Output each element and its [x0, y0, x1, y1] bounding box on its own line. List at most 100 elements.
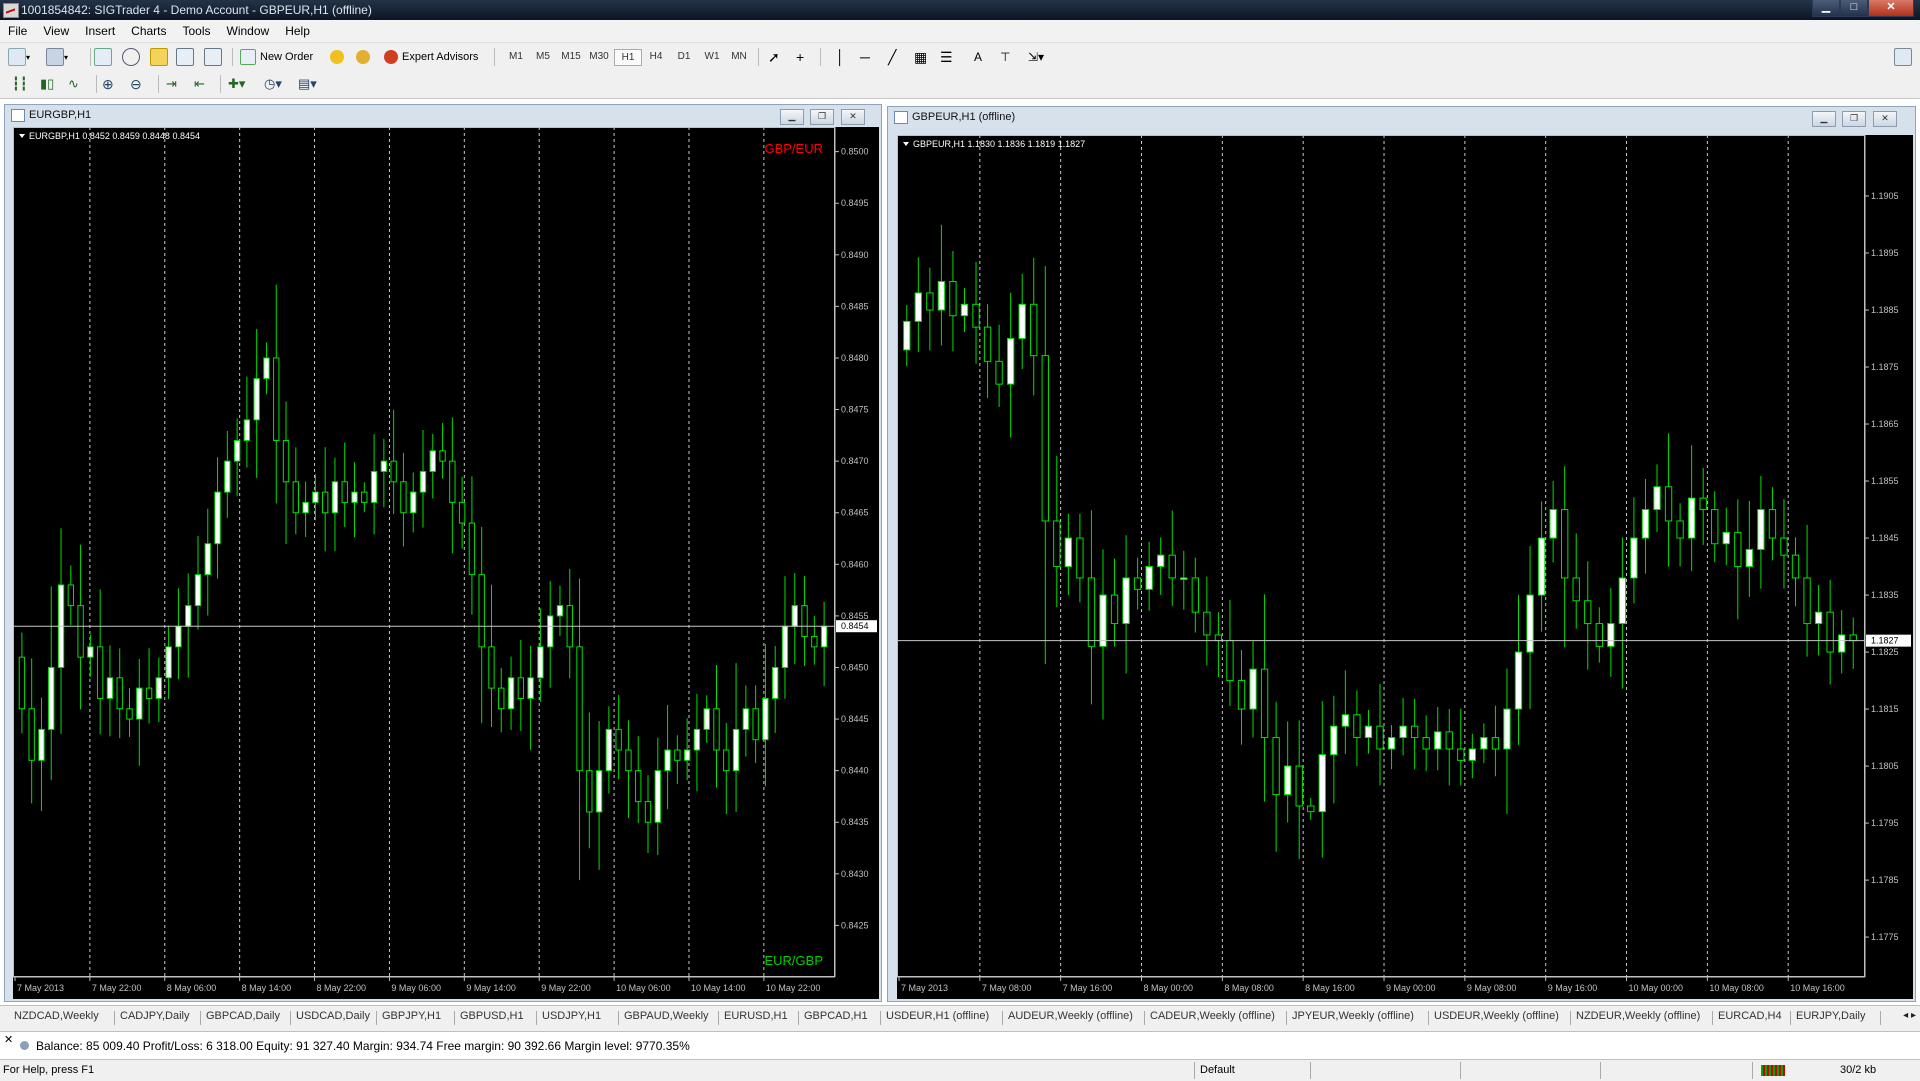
time-tick-label: 9 May 06:00	[391, 983, 441, 993]
crosshair-tool[interactable]: +	[796, 48, 804, 66]
text-label-tool[interactable]: ⊤	[1000, 48, 1010, 66]
price-tick-label: 0.8445	[841, 714, 869, 724]
zoom-out-button[interactable]: ⊖	[130, 75, 142, 93]
chart-tab[interactable]: NZDEUR,Weekly (offline)	[1576, 1010, 1700, 1022]
timeframe-m1[interactable]: M1	[503, 51, 529, 62]
chart-tab[interactable]: USDEUR,Weekly (offline)	[1434, 1010, 1559, 1022]
chart-tab[interactable]: USDJPY,H1	[542, 1010, 601, 1022]
chart-tab[interactable]: EURCAD,H4	[1718, 1010, 1782, 1022]
status-profile[interactable]: Default	[1200, 1064, 1235, 1076]
navigator-button[interactable]	[150, 48, 168, 66]
line-chart-button[interactable]: ∿	[68, 75, 79, 93]
maximize-button[interactable]: □	[1840, 0, 1868, 17]
chart-window-gbpeur[interactable]: GBPEUR,H1 (offline) ▁ ❐ ✕ 1.1905 1.1895 1.…	[887, 106, 1916, 1002]
expert-advisors-button[interactable]: Expert Advisors	[384, 48, 478, 66]
profiles-button[interactable]: ▾	[46, 48, 68, 66]
cursor-tool[interactable]: ➚	[768, 48, 780, 66]
periods-button[interactable]: ◷▾	[264, 75, 282, 93]
bar-chart-button[interactable]: ┇┇	[12, 75, 28, 93]
new-chart-button[interactable]: ▾	[8, 48, 30, 66]
minimize-button[interactable]: ▁	[1812, 0, 1840, 17]
chart-tab[interactable]: GBPJPY,H1	[382, 1010, 441, 1022]
auto-scroll-button[interactable]: ⇥	[166, 75, 177, 93]
candle-body	[1549, 509, 1557, 539]
tab-scroll-arrows[interactable]: ◂ ▸	[1903, 1010, 1916, 1021]
price-tick-label: 0.8490	[841, 250, 869, 260]
menu-file[interactable]: File	[0, 20, 35, 42]
menu-view[interactable]: View	[35, 20, 77, 42]
chart-tab[interactable]: JPYEUR,Weekly (offline)	[1292, 1010, 1414, 1022]
vertical-line-tool[interactable]: │	[836, 48, 845, 66]
chart-close-button[interactable]: ✕	[1873, 111, 1897, 127]
toolbar-options-button[interactable]	[1894, 48, 1912, 66]
candle-body	[801, 605, 808, 638]
candle-body	[1272, 737, 1280, 796]
chart-tab[interactable]: GBPAUD,Weekly	[624, 1010, 709, 1022]
timeframe-m30[interactable]: M30	[586, 51, 612, 62]
new-order-button[interactable]: New Order	[240, 48, 313, 66]
data-window-button[interactable]	[122, 48, 140, 66]
market-watch-button[interactable]	[94, 48, 112, 66]
text-tool[interactable]: A	[974, 48, 982, 66]
time-tick-label: 10 May 22:00	[766, 983, 821, 993]
close-button[interactable]: ✕	[1868, 0, 1914, 17]
chart-window-eurgbp[interactable]: EURGBP,H1 ▁ ❐ ✕ 0.8500 0.8495 0.8490 0.8485…	[4, 104, 882, 1002]
chart-tab[interactable]: GBPCAD,Daily	[206, 1010, 280, 1022]
chart-tab[interactable]: EURUSD,H1	[724, 1010, 788, 1022]
trendline-tool[interactable]: ╱	[888, 48, 896, 66]
chart-tab[interactable]: GBPUSD,H1	[460, 1010, 524, 1022]
candle-body	[683, 749, 691, 761]
chart-tab[interactable]: CADJPY,Daily	[120, 1010, 190, 1022]
timeframe-m15[interactable]: M15	[558, 51, 584, 62]
templates-button[interactable]: ▤▾	[298, 75, 317, 93]
timeframe-d1[interactable]: D1	[671, 51, 697, 62]
chart-tab[interactable]: EURJPY,Daily	[1796, 1010, 1866, 1022]
chart-minimize-button[interactable]: ▁	[780, 109, 804, 125]
candle-body	[1064, 537, 1073, 568]
menu-charts[interactable]: Charts	[123, 20, 174, 42]
candle-body	[693, 728, 701, 751]
menu-insert[interactable]: Insert	[77, 20, 123, 42]
chart-tab[interactable]: GBPCAD,H1	[804, 1010, 868, 1022]
horizontal-line-tool[interactable]: ─	[860, 48, 870, 66]
menu-window[interactable]: Window	[219, 20, 278, 42]
timeframe-mn[interactable]: MN	[726, 51, 752, 62]
terminal-button[interactable]	[176, 48, 194, 66]
chart-plot-area[interactable]: 0.8500 0.8495 0.8490 0.8485 0.8480 0.8475 0.84…	[13, 127, 879, 999]
timeframe-h4[interactable]: H4	[643, 51, 669, 62]
zoom-in-button[interactable]: ⊕	[102, 75, 114, 93]
indicators-button[interactable]: ✚▾	[228, 75, 245, 93]
metaeditor-button[interactable]	[356, 48, 370, 66]
candle-body	[292, 481, 300, 514]
terminal-close-icon[interactable]: ✕	[4, 1033, 13, 1046]
star-folder-icon	[150, 48, 168, 66]
candle-body	[380, 460, 388, 472]
alert-button[interactable]	[330, 48, 344, 66]
chart-tab[interactable]: AUDEUR,Weekly (offline)	[1008, 1010, 1133, 1022]
chart-plot-area[interactable]: 1.1905 1.1895 1.1885 1.1875 1.1865 1.1855 1.18…	[897, 135, 1913, 999]
strategy-tester-button[interactable]	[204, 48, 222, 66]
chart-tab[interactable]: USDEUR,H1 (offline)	[886, 1010, 989, 1022]
menu-tools[interactable]: Tools	[175, 20, 219, 42]
candle-body	[429, 450, 436, 472]
chart-shift-button[interactable]: ⇤	[194, 75, 205, 93]
chart-tab[interactable]: USDCAD,Daily	[296, 1010, 370, 1022]
candlestick-button[interactable]: ▮▯	[40, 75, 54, 93]
fibonacci-tool[interactable]: ☰	[940, 48, 953, 66]
title-bar: 1001854842: SIGTrader 4 - Demo Account -…	[0, 0, 1920, 20]
eurgbp-candlestick-chart[interactable]: 0.8500 0.8495 0.8490 0.8485 0.8480 0.8475 0.84…	[13, 127, 879, 999]
price-tick-label: 1.1875	[1871, 362, 1899, 372]
timeframe-h1[interactable]: H1	[614, 49, 642, 66]
timeframe-w1[interactable]: W1	[699, 51, 725, 62]
chart-restore-button[interactable]: ❐	[810, 109, 834, 125]
chart-tab[interactable]: CADEUR,Weekly (offline)	[1150, 1010, 1275, 1022]
arrows-tool[interactable]: ⇲▾	[1028, 48, 1044, 66]
chart-minimize-button[interactable]: ▁	[1812, 111, 1836, 127]
timeframe-m5[interactable]: M5	[530, 51, 556, 62]
channel-tool[interactable]: ▦	[914, 48, 927, 66]
gbpeur-candlestick-chart[interactable]: 1.1905 1.1895 1.1885 1.1875 1.1865 1.1855 1.18…	[897, 135, 1913, 999]
chart-restore-button[interactable]: ❐	[1842, 111, 1866, 127]
chart-tab[interactable]: NZDCAD,Weekly	[14, 1010, 99, 1022]
chart-close-button[interactable]: ✕	[841, 109, 865, 125]
menu-help[interactable]: Help	[277, 20, 318, 42]
